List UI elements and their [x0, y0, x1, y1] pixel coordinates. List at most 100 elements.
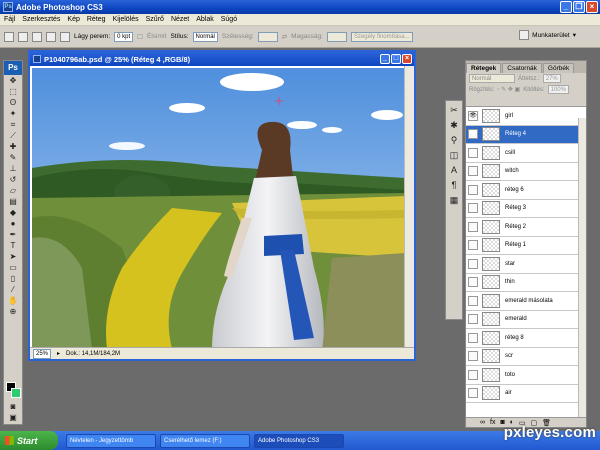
- zoom-tool-icon[interactable]: ⊕: [4, 307, 22, 317]
- layers-scrollbar[interactable]: [578, 118, 586, 418]
- refine-edge-button[interactable]: Szegély finomítása...: [350, 31, 413, 42]
- crop-tool-icon[interactable]: ⌗: [4, 120, 22, 130]
- visibility-toggle[interactable]: [468, 240, 478, 251]
- visibility-toggle[interactable]: [468, 388, 478, 399]
- style-select[interactable]: Normál: [192, 31, 218, 42]
- visibility-toggle[interactable]: [468, 332, 478, 343]
- doc-minimize-button[interactable]: _: [380, 54, 390, 64]
- visibility-toggle[interactable]: [468, 166, 478, 177]
- layer-row[interactable]: 👁 girl: [466, 107, 586, 126]
- task-removable-disk[interactable]: Cserélhető lemez (F:): [160, 433, 250, 448]
- menu-select[interactable]: Kijelölés: [113, 16, 139, 23]
- doc-maximize-button[interactable]: □: [391, 54, 401, 64]
- start-button[interactable]: Start: [0, 431, 58, 450]
- layer-style-icon[interactable]: fx: [490, 419, 495, 426]
- visibility-toggle[interactable]: [468, 258, 478, 269]
- tab-curves[interactable]: Görbék: [542, 63, 575, 73]
- tab-channels[interactable]: Csatornák: [502, 63, 542, 73]
- history-icon[interactable]: ▦: [447, 194, 461, 206]
- magic-wand-icon[interactable]: ✦: [4, 109, 22, 119]
- screen-mode-icon[interactable]: ▣: [4, 413, 22, 423]
- layer-row[interactable]: 👁 Réteg 4: [466, 125, 586, 144]
- dodge-tool-icon[interactable]: ●: [4, 219, 22, 229]
- menu-view[interactable]: Nézet: [171, 16, 189, 23]
- shape-tool-icon[interactable]: ▭: [4, 263, 22, 273]
- doc-close-button[interactable]: ×: [402, 54, 412, 64]
- layer-row[interactable]: Réteg 3: [466, 199, 586, 218]
- status-menu-icon[interactable]: ▸: [57, 350, 60, 357]
- paragraph-icon[interactable]: ¶: [447, 179, 461, 191]
- lock-icons[interactable]: ▫ ✎ ✥ ▣: [497, 86, 520, 93]
- close-button[interactable]: ×: [586, 1, 598, 13]
- layer-row[interactable]: thin: [466, 273, 586, 292]
- layer-row[interactable]: emerald: [466, 310, 586, 329]
- swap-icon[interactable]: ⇄: [282, 33, 287, 41]
- layer-row[interactable]: scr: [466, 347, 586, 366]
- menu-edit[interactable]: Szerkesztés: [22, 16, 60, 23]
- add-selection-icon[interactable]: [32, 31, 42, 42]
- visibility-toggle[interactable]: [468, 314, 478, 325]
- visibility-toggle[interactable]: [468, 295, 478, 306]
- eyedropper-icon[interactable]: ⁄: [4, 285, 22, 295]
- background-color-swatch[interactable]: [11, 388, 21, 398]
- healing-brush-icon[interactable]: ✚: [4, 142, 22, 152]
- marquee-tool-icon[interactable]: ⬚: [4, 87, 22, 97]
- brush-tool-icon[interactable]: ✎: [4, 153, 22, 163]
- blend-mode-select[interactable]: Normál: [469, 74, 515, 83]
- new-selection-icon[interactable]: [18, 31, 28, 42]
- width-input[interactable]: [257, 31, 278, 42]
- marquee-tool-icon[interactable]: [4, 31, 14, 42]
- layer-row[interactable]: Réteg 2: [466, 218, 586, 237]
- navigator-icon[interactable]: ◫: [447, 149, 461, 161]
- clone-source-icon[interactable]: ⚲: [447, 134, 461, 146]
- pen-tool-icon[interactable]: ✒: [4, 230, 22, 240]
- lasso-tool-icon[interactable]: ʘ: [4, 98, 22, 108]
- layer-row[interactable]: witch: [466, 162, 586, 181]
- visibility-toggle[interactable]: [468, 221, 478, 232]
- notes-tool-icon[interactable]: ▯: [4, 274, 22, 284]
- visibility-toggle[interactable]: [468, 277, 478, 288]
- image-canvas[interactable]: [32, 68, 405, 349]
- workspace-menu[interactable]: Munkaterület ▾: [519, 30, 576, 40]
- height-input[interactable]: [326, 31, 347, 42]
- blur-tool-icon[interactable]: ◆: [4, 208, 22, 218]
- tab-layers[interactable]: Rétegek: [466, 63, 502, 73]
- palette-well-icon[interactable]: [519, 30, 530, 40]
- menu-layer[interactable]: Réteg: [87, 16, 106, 23]
- tool-presets-icon[interactable]: ✂: [447, 104, 461, 116]
- task-notepad[interactable]: Névtelen - Jegyzettömb: [66, 433, 156, 448]
- history-brush-icon[interactable]: ↺: [4, 175, 22, 185]
- layer-row[interactable]: toto: [466, 366, 586, 385]
- visibility-toggle[interactable]: [468, 369, 478, 380]
- fill-input[interactable]: 100%: [547, 85, 569, 94]
- eye-icon[interactable]: 👁: [468, 129, 478, 140]
- character-icon[interactable]: A: [447, 164, 461, 176]
- brushes-icon[interactable]: ✱: [447, 119, 461, 131]
- document-vertical-scrollbar[interactable]: [404, 66, 414, 349]
- layer-row[interactable]: emerald másolata: [466, 292, 586, 311]
- menu-filter[interactable]: Szűrő: [146, 16, 164, 23]
- opacity-input[interactable]: 27%: [542, 74, 561, 83]
- slice-tool-icon[interactable]: ⟋: [4, 131, 22, 141]
- minimize-button[interactable]: _: [560, 1, 572, 13]
- gradient-tool-icon[interactable]: ▤: [4, 197, 22, 207]
- layer-row[interactable]: réteg 6: [466, 181, 586, 200]
- restore-button[interactable]: ❐: [573, 1, 585, 13]
- layer-row[interactable]: réteg 8: [466, 329, 586, 348]
- task-photoshop[interactable]: Adobe Photoshop CS3: [254, 433, 344, 448]
- layer-row[interactable]: air: [466, 384, 586, 403]
- layer-row[interactable]: Réteg 1: [466, 236, 586, 255]
- type-tool-icon[interactable]: T: [4, 241, 22, 251]
- feather-input[interactable]: 0 kpt: [114, 31, 134, 42]
- document-title-bar[interactable]: P1040796ab.psd @ 25% (Réteg 4 ,RGB/8) _ …: [30, 52, 414, 66]
- layer-row[interactable]: csill: [466, 144, 586, 163]
- stamp-tool-icon[interactable]: ⊥: [4, 164, 22, 174]
- eye-icon[interactable]: 👁: [468, 110, 478, 121]
- visibility-toggle[interactable]: [468, 184, 478, 195]
- move-tool-icon[interactable]: ✥: [4, 76, 22, 86]
- menu-window[interactable]: Ablak: [196, 16, 214, 23]
- hand-tool-icon[interactable]: ✋: [4, 296, 22, 306]
- intersect-selection-icon[interactable]: [60, 31, 70, 42]
- eraser-tool-icon[interactable]: ▱: [4, 186, 22, 196]
- layer-row[interactable]: star: [466, 255, 586, 274]
